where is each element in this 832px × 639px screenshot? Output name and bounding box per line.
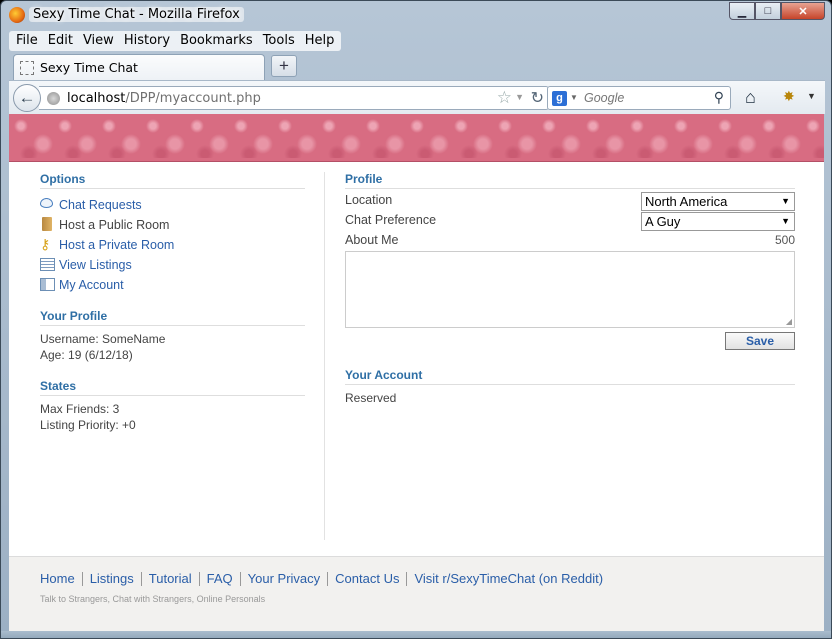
preference-value: A Guy <box>645 214 681 229</box>
location-value: North America <box>645 194 728 209</box>
id-card-icon <box>40 278 55 291</box>
site-identity-icon[interactable] <box>47 92 60 105</box>
navigation-toolbar: localhost/DPP/myaccount.php ☆ ▼ ↻ ← g ▼ … <box>9 80 825 114</box>
option-label[interactable]: View Listings <box>59 258 132 272</box>
about-label: About Me <box>345 233 399 247</box>
chat-bubble-icon <box>40 198 53 208</box>
resize-grip-icon[interactable]: ◢ <box>786 317 792 326</box>
page-viewport: Options Chat Requests Host a Public Room… <box>9 114 824 631</box>
url-text: localhost/DPP/myaccount.php <box>67 91 261 106</box>
options-list: Chat Requests Host a Public Room ⚷ Host … <box>40 195 305 295</box>
window-bottom-border <box>1 631 831 638</box>
new-tab-button[interactable]: + <box>271 55 297 77</box>
maximize-button[interactable]: □ <box>755 2 781 20</box>
footer-link-faq[interactable]: FAQ <box>198 572 240 586</box>
url-host: localhost <box>67 91 126 106</box>
states-title: States <box>40 379 305 396</box>
profile-title: Profile <box>345 172 795 189</box>
account-text: Reserved <box>345 391 397 405</box>
browser-window: Sexy Time Chat - Mozilla Firefox ▁ □ ✕ F… <box>0 0 832 639</box>
about-char-counter: 500 <box>774 233 795 247</box>
search-engine-dropdown-icon[interactable]: ▼ <box>570 93 578 102</box>
toolbar-menu-chevron-icon[interactable]: ▼ <box>807 91 816 101</box>
profile-age: Age: 19 (6/12/18) <box>40 348 133 362</box>
back-button[interactable]: ← <box>13 84 41 112</box>
menu-tools[interactable]: Tools <box>258 31 300 51</box>
preference-row: Chat Preference A Guy ▼ <box>345 211 795 231</box>
search-icon[interactable]: ⚲ <box>714 89 724 106</box>
preference-label: Chat Preference <box>345 213 437 227</box>
main-content: Options Chat Requests Host a Public Room… <box>9 162 824 556</box>
option-chat-requests[interactable]: Chat Requests <box>40 195 305 215</box>
option-label: Host a Public Room <box>59 218 170 232</box>
addon-bee-icon[interactable]: ✸ <box>783 88 795 105</box>
save-button[interactable]: Save <box>725 332 795 350</box>
google-icon[interactable]: g <box>552 91 567 106</box>
footer: Home Listings Tutorial FAQ Your Privacy … <box>9 556 824 631</box>
profile-username: Username: SomeName <box>40 332 166 346</box>
url-path: /DPP/myaccount.php <box>125 91 261 106</box>
listing-priority: Listing Priority: +0 <box>40 418 136 432</box>
menu-file[interactable]: File <box>11 31 43 51</box>
option-label[interactable]: Host a Private Room <box>59 238 174 252</box>
menu-bar: File Edit View History Bookmarks Tools H… <box>9 31 342 51</box>
your-profile-title: Your Profile <box>40 309 305 326</box>
location-select[interactable]: North America ▼ <box>641 192 795 211</box>
history-dropdown-icon[interactable]: ▼ <box>515 92 524 102</box>
footer-link-home[interactable]: Home <box>40 572 82 586</box>
minimize-button[interactable]: ▁ <box>729 2 755 20</box>
bookmark-star-icon[interactable]: ☆ <box>497 88 512 108</box>
window-controls: ▁ □ ✕ <box>729 2 825 20</box>
options-title: Options <box>40 172 305 189</box>
location-row: Location North America ▼ <box>345 191 795 211</box>
tab-label: Sexy Time Chat <box>40 60 138 75</box>
header-banner <box>9 114 824 162</box>
option-my-account[interactable]: My Account <box>40 275 305 295</box>
key-icon: ⚷ <box>40 236 51 252</box>
tab-bar: Sexy Time Chat + <box>9 52 823 80</box>
list-icon <box>40 258 55 271</box>
profile-panel: Profile Location North America ▼ Chat Pr… <box>345 162 795 405</box>
your-account-title: Your Account <box>345 368 795 385</box>
option-host-private-room[interactable]: ⚷ Host a Private Room <box>40 235 305 255</box>
max-friends: Max Friends: 3 <box>40 402 120 416</box>
menu-help[interactable]: Help <box>300 31 340 51</box>
footer-links: Home Listings Tutorial FAQ Your Privacy … <box>40 572 610 586</box>
footer-link-reddit[interactable]: Visit r/SexyTimeChat (on Reddit) <box>406 572 610 586</box>
home-icon[interactable]: ⌂ <box>745 87 756 108</box>
menu-edit[interactable]: Edit <box>43 31 78 51</box>
search-bar[interactable]: g ▼ Google ⚲ <box>547 86 731 110</box>
door-icon <box>42 217 52 231</box>
title-bar[interactable]: Sexy Time Chat - Mozilla Firefox ▁ □ ✕ <box>1 1 831 29</box>
footer-link-contact[interactable]: Contact Us <box>327 572 406 586</box>
url-bar[interactable]: localhost/DPP/myaccount.php ☆ ▼ ↻ <box>39 86 549 110</box>
footer-link-privacy[interactable]: Your Privacy <box>239 572 328 586</box>
search-input[interactable]: Google <box>584 91 624 105</box>
page-placeholder-icon <box>20 61 34 75</box>
about-me-textarea[interactable]: ◢ <box>345 251 795 328</box>
firefox-logo-icon <box>9 7 25 23</box>
tab-sexy-time-chat[interactable]: Sexy Time Chat <box>13 54 265 80</box>
column-divider <box>324 172 325 540</box>
menu-history[interactable]: History <box>119 31 175 51</box>
option-label[interactable]: Chat Requests <box>59 198 142 212</box>
option-label[interactable]: My Account <box>59 278 124 292</box>
chevron-down-icon: ▼ <box>781 216 790 226</box>
sidebar: Options Chat Requests Host a Public Room… <box>40 162 305 433</box>
preference-select[interactable]: A Guy ▼ <box>641 212 795 231</box>
footer-link-listings[interactable]: Listings <box>81 572 141 586</box>
menu-view[interactable]: View <box>78 31 119 51</box>
location-label: Location <box>345 193 393 207</box>
menu-bookmarks[interactable]: Bookmarks <box>175 31 258 51</box>
chevron-down-icon: ▼ <box>781 196 790 206</box>
option-view-listings[interactable]: View Listings <box>40 255 305 275</box>
close-button[interactable]: ✕ <box>781 2 825 20</box>
footer-tagline: Talk to Strangers, Chat with Strangers, … <box>40 594 266 604</box>
about-row: About Me 500 <box>345 231 795 251</box>
option-host-public-room: Host a Public Room <box>40 215 305 235</box>
footer-link-tutorial[interactable]: Tutorial <box>140 572 199 586</box>
reload-icon[interactable]: ↻ <box>531 88 544 108</box>
window-title: Sexy Time Chat - Mozilla Firefox <box>29 7 244 22</box>
